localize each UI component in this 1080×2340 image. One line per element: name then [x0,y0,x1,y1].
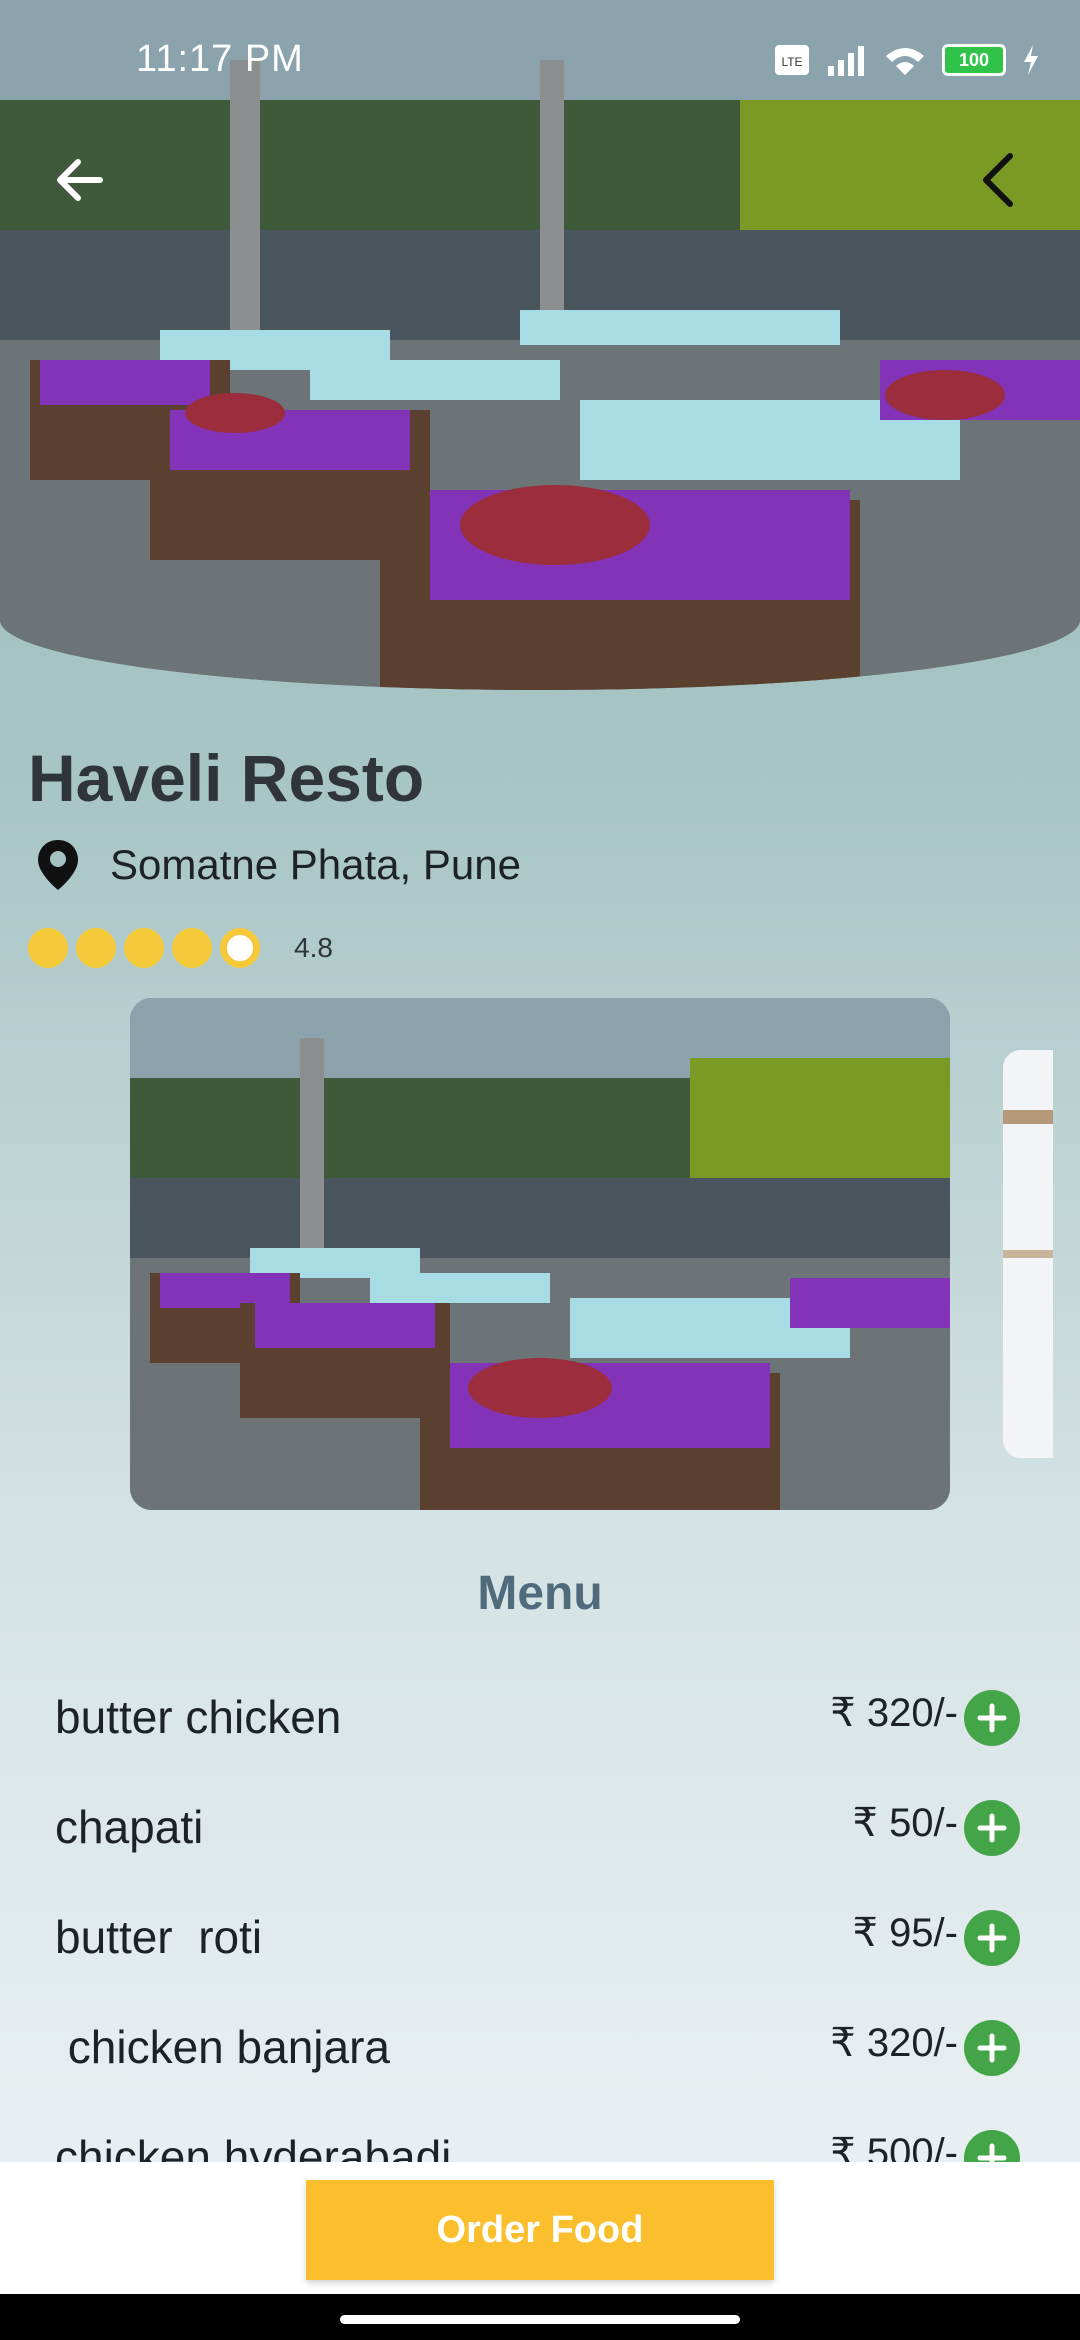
svg-text:LTE: LTE [781,55,802,69]
menu-list: butter chicken ₹ 320/- chapati ₹ 50/- bu… [0,1660,1080,2162]
signal-icon [828,46,864,76]
menu-item: chapati ₹ 50/- [0,1770,1080,1880]
gallery-photo [130,998,950,1510]
location-row: Somatne Phata, Pune [36,838,521,892]
star-empty [220,928,260,968]
plus-icon [977,1703,1007,1733]
status-icons: LTE 100 [774,44,1040,76]
order-food-button[interactable]: Order Food [306,2180,774,2280]
back-arrow-icon[interactable] [50,150,110,210]
menu-item: chicken hyderabadi ₹ 500/- [0,2100,1080,2162]
add-item-button[interactable] [964,2020,1020,2076]
gallery-image[interactable] [130,998,950,1510]
rating-value: 4.8 [294,932,333,963]
menu-item-name: chicken hyderabadi [55,2131,452,2162]
menu-item-name: chapati [55,1801,204,1853]
battery-icon: 100 [942,44,1006,76]
menu-item-price: ₹ 320/- [830,2021,958,2065]
menu-item: butter chicken ₹ 320/- [0,1660,1080,1770]
volte-icon: LTE [775,45,809,75]
wifi-icon [886,48,924,75]
menu-item-price: ₹ 500/- [830,2131,958,2162]
menu-item: butter roti ₹ 95/- [0,1880,1080,1990]
charging-icon [1024,45,1038,75]
rating-row: 4.8 [28,928,333,968]
menu-item: chicken banjara ₹ 320/- [0,1990,1080,2100]
menu-item-name: butter roti [55,1911,263,1963]
star-filled [76,928,116,968]
gallery-next-image[interactable] [1003,1050,1053,1458]
add-item-button[interactable] [964,1910,1020,1966]
menu-item-price: ₹ 50/- [852,1801,959,1845]
star-filled [28,928,68,968]
gallery-next-photo [1003,1050,1053,1458]
star-filled [172,928,212,968]
plus-icon [977,1923,1007,1953]
menu-title: Menu [477,1567,603,1620]
star-filled [124,928,164,968]
plus-icon [977,2143,1007,2162]
location-text: Somatne Phata, Pune [110,841,521,888]
restaurant-name: Haveli Resto [28,741,425,815]
plus-icon [977,2033,1007,2063]
status-bar: 11:17 PM LTE 100 [0,0,1080,110]
status-time: 11:17 PM [136,38,304,80]
menu-item-price: ₹ 320/- [830,1691,958,1735]
home-indicator[interactable] [340,2315,740,2324]
add-item-button[interactable] [964,1800,1020,1856]
chevron-left-icon[interactable] [970,150,1030,210]
plus-icon [977,1813,1007,1843]
location-pin-icon [38,840,78,890]
menu-item-name: butter chicken [55,1691,342,1743]
add-item-button[interactable] [964,1690,1020,1746]
menu-item-price: ₹ 95/- [852,1911,959,1955]
add-item-button[interactable] [964,2130,1020,2162]
menu-item-name: chicken banjara [55,2021,390,2073]
